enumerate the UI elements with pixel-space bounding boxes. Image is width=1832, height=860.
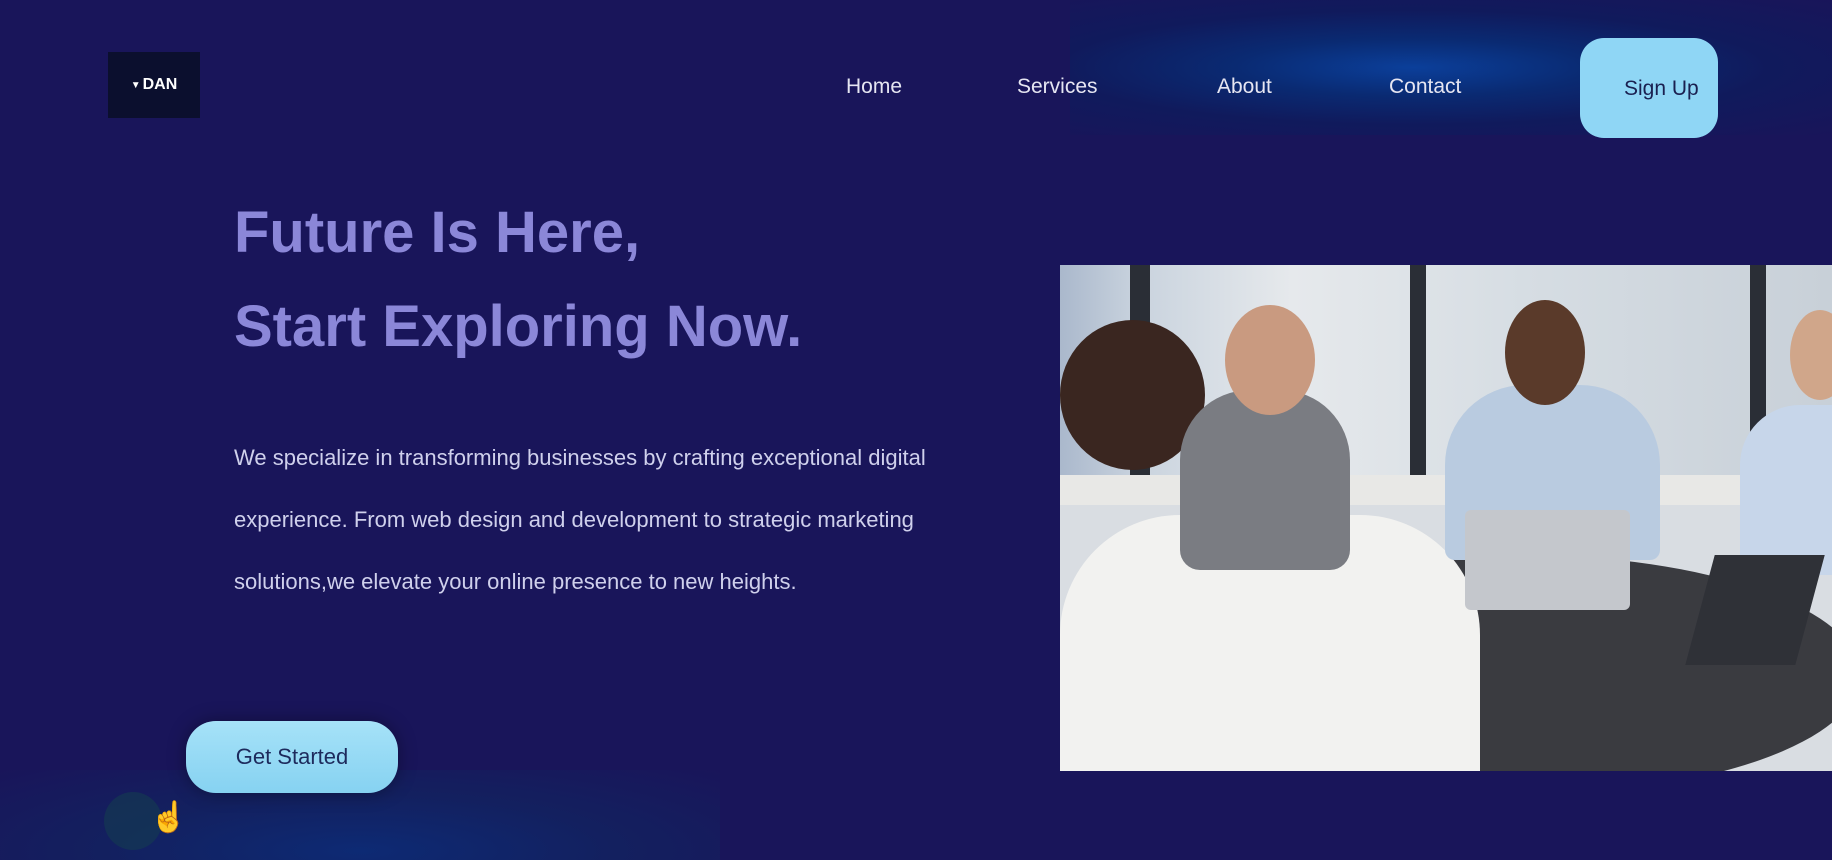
- hand-cursor-icon: ☝: [150, 801, 188, 834]
- hero-image: [1060, 265, 1832, 771]
- hero-description: We specialize in transforming businesses…: [234, 445, 926, 594]
- logo-icon: ▼: [130, 79, 141, 91]
- hero-title-line1: Future Is Here,: [234, 200, 641, 265]
- hero-title: Future Is Here, Start Exploring Now.: [234, 186, 802, 374]
- logo-text: DAN: [142, 76, 178, 93]
- sign-up-button[interactable]: Sign Up: [1580, 38, 1718, 138]
- nav-about[interactable]: About: [1217, 75, 1272, 99]
- nav-home[interactable]: Home: [846, 75, 902, 99]
- logo[interactable]: ▼ DAN: [108, 52, 200, 118]
- hero-title-line2: Start Exploring Now.: [234, 294, 803, 359]
- nav-contact[interactable]: Contact: [1389, 75, 1461, 99]
- mouse-cursor: ☝: [104, 792, 187, 850]
- nav-services[interactable]: Services: [1017, 75, 1098, 99]
- get-started-button[interactable]: Get Started: [186, 721, 398, 793]
